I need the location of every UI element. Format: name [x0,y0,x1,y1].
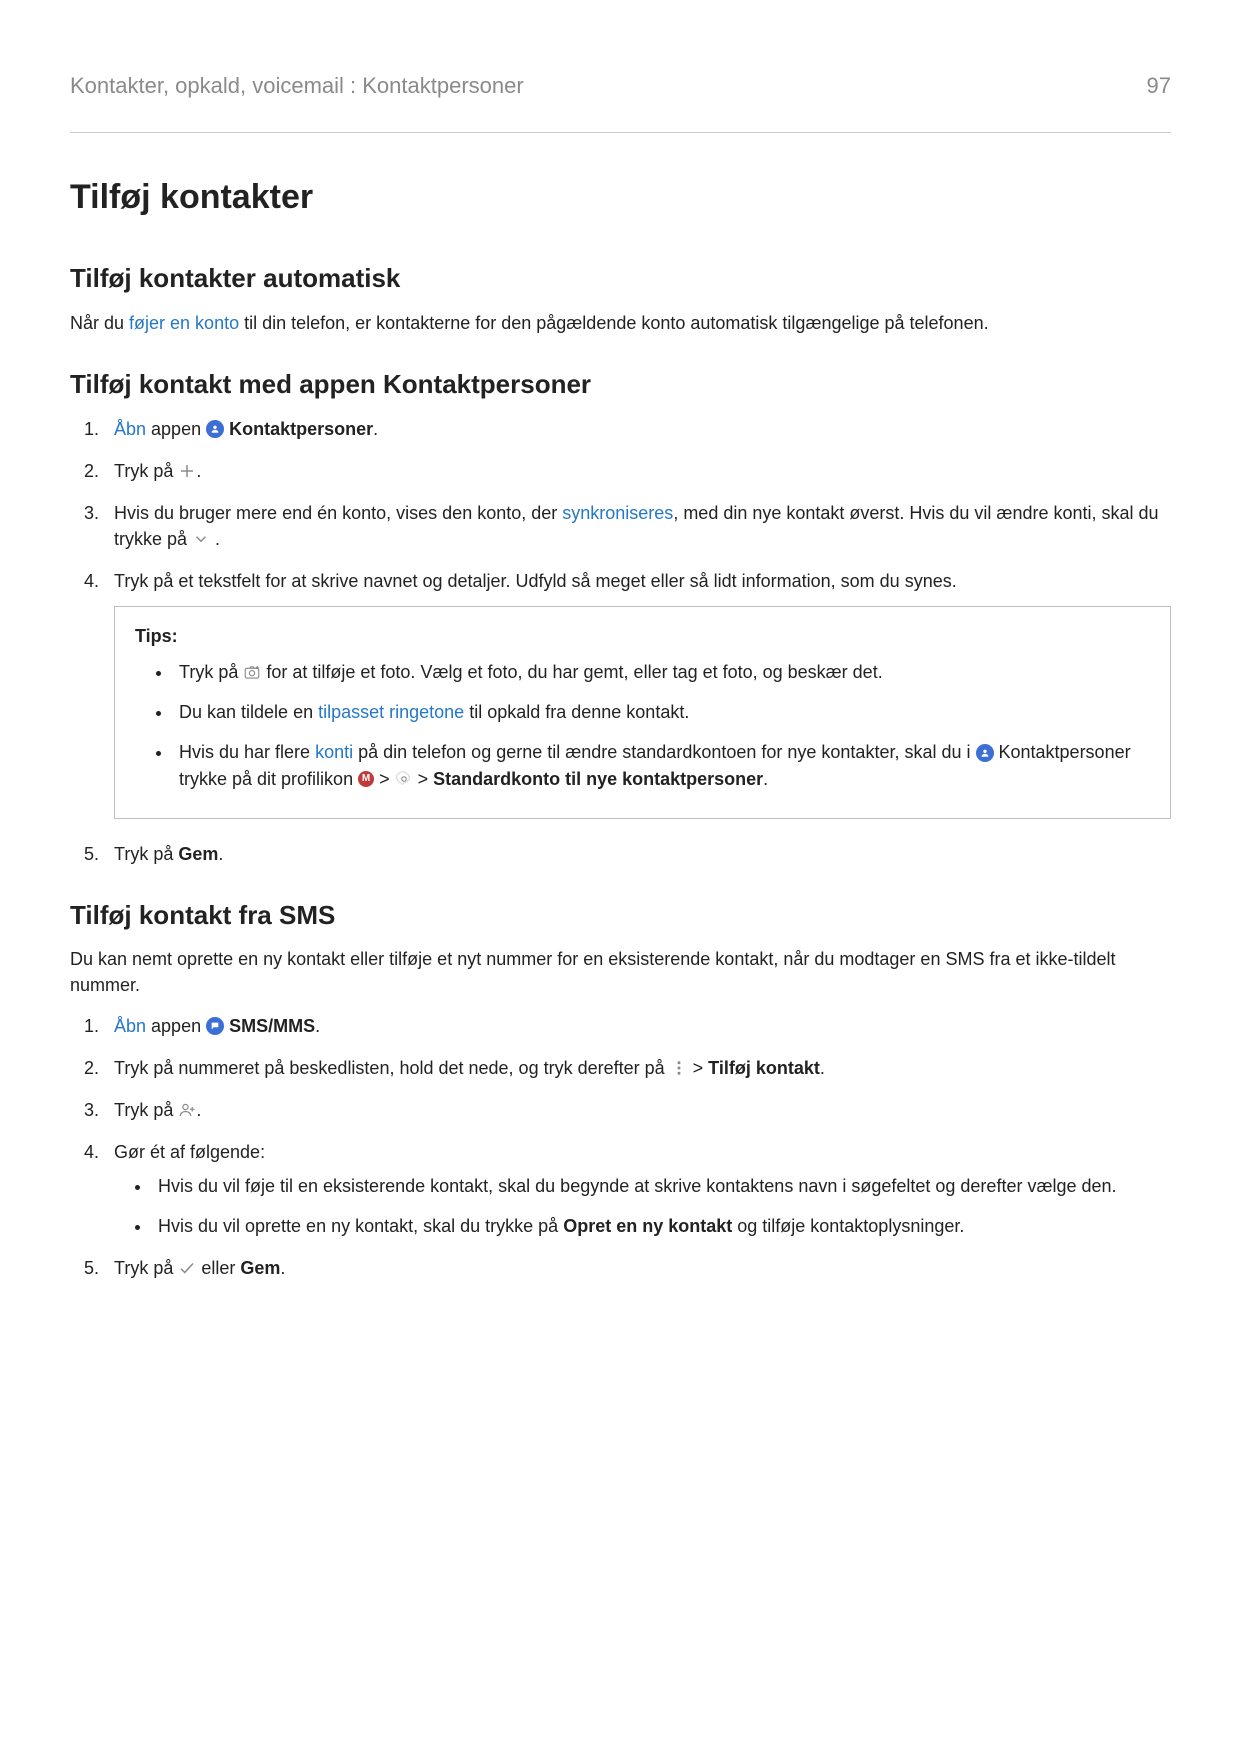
para-add-from-sms: Du kan nemt oprette en ny kontakt eller … [70,946,1171,998]
bold-default-account: Standardkonto til nye kontaktpersoner [433,769,763,789]
heading-add-via-app: Tilføj kontakt med appen Kontaktpersoner [70,366,1171,404]
tip-default-account: Hvis du har flere konti på din telefon o… [173,739,1150,791]
step-save: Tryk på Gem. [104,841,1171,867]
option-existing-contact: Hvis du vil føje til en eksisterende kon… [152,1173,1171,1199]
text: Du kan tildele en [179,702,318,722]
more-vert-icon [670,1059,688,1077]
para-add-auto: Når du føjer en konto til din telefon, e… [70,310,1171,336]
text: Tryk på [114,1100,178,1120]
step-tap-add-person: Tryk på . [104,1097,1171,1123]
text: . [218,844,223,864]
text: . [210,529,220,549]
option-new-contact: Hvis du vil oprette en ny kontakt, skal … [152,1213,1171,1239]
profile-avatar-icon: M [358,771,374,787]
tip-custom-ringtone: Du kan tildele en tilpasset ringetone ti… [173,699,1150,725]
text: Hvis du har flere [179,742,315,762]
text: Tryk på [114,844,178,864]
link-custom-ringtone[interactable]: tilpasset ringetone [318,702,464,722]
choose-mode-list: Hvis du vil føje til en eksisterende kon… [114,1173,1171,1239]
link-open[interactable]: Åbn [114,419,146,439]
person-add-icon [178,1101,196,1119]
contacts-app-icon [976,744,994,762]
text: Tryk på [114,1258,178,1278]
heading-add-auto: Tilføj kontakter automatisk [70,260,1171,298]
page-number: 97 [1147,70,1171,102]
text: eller [196,1258,240,1278]
text: for at tilføje et foto. Vælg et foto, du… [266,662,882,682]
text: . [763,769,768,789]
text: . [196,461,201,481]
page-header: Kontakter, opkald, voicemail : Kontaktpe… [70,70,1171,102]
link-sync[interactable]: synkroniseres [562,503,673,523]
plus-icon [178,462,196,480]
link-add-account[interactable]: føjer en konto [129,313,239,333]
messages-app-icon [206,1017,224,1035]
chevron-down-icon [192,530,210,548]
text: . [820,1058,825,1078]
text: . [315,1016,320,1036]
link-open[interactable]: Åbn [114,1016,146,1036]
gear-icon [395,770,413,788]
check-icon [178,1259,196,1277]
bold-save: Gem [178,844,218,864]
text: > [374,769,395,789]
text: Når du [70,313,129,333]
step-enter-details: Tryk på et tekstfelt for at skrive navne… [104,568,1171,819]
text: Hvis du bruger mere end én konto, vises … [114,503,562,523]
steps-add-from-sms: Åbn appen SMS/MMS. Tryk på nummeret på b… [70,1013,1171,1282]
text: . [373,419,378,439]
text: . [196,1100,201,1120]
text: Tryk på nummeret på beskedlisten, hold d… [114,1058,670,1078]
step-choose-mode: Gør ét af følgende: Hvis du vil føje til… [104,1139,1171,1239]
text: til din telefon, er kontakterne for den … [239,313,989,333]
text: og tilføje kontaktoplysninger. [732,1216,964,1236]
text: på din telefon og gerne til ændre standa… [353,742,975,762]
step-confirm-save: Tryk på eller Gem. [104,1255,1171,1281]
app-name-sms: SMS/MMS [229,1016,315,1036]
tip-add-photo: Tryk på for at tilføje et foto. Vælg et … [173,659,1150,685]
text: Gør ét af følgende: [114,1142,265,1162]
bold-add-contact: Tilføj kontakt [708,1058,820,1078]
heading-add-from-sms: Tilføj kontakt fra SMS [70,897,1171,935]
bold-create-new-contact: Opret en ny kontakt [563,1216,732,1236]
step-longpress-number: Tryk på nummeret på beskedlisten, hold d… [104,1055,1171,1081]
text: . [280,1258,285,1278]
step-open-sms-app: Åbn appen SMS/MMS. [104,1013,1171,1039]
step-open-contacts-app: Åbn appen Kontaktpersoner. [104,416,1171,442]
text: appen [146,419,206,439]
text: Hvis du vil oprette en ny kontakt, skal … [158,1216,563,1236]
text: Tryk på [114,461,178,481]
tips-list: Tryk på for at tilføje et foto. Vælg et … [135,659,1150,791]
page-title: Tilføj kontakter [70,173,1171,222]
step-choose-sync-account: Hvis du bruger mere end én konto, vises … [104,500,1171,552]
text: > [688,1058,709,1078]
text: til opkald fra denne kontakt. [464,702,689,722]
steps-add-via-app: Åbn appen Kontaktpersoner. Tryk på . Hvi… [70,416,1171,867]
link-accounts[interactable]: konti [315,742,353,762]
app-name-contacts: Kontaktpersoner [229,419,373,439]
bold-save: Gem [240,1258,280,1278]
text: > [413,769,434,789]
step-tap-plus: Tryk på . [104,458,1171,484]
header-divider [70,132,1171,133]
text: Tryk på [179,662,243,682]
breadcrumb: Kontakter, opkald, voicemail : Kontaktpe… [70,70,524,102]
tips-box: Tips: Tryk på for at tilføje et foto. Væ… [114,606,1171,818]
text: appen [146,1016,206,1036]
tips-title: Tips: [135,623,1150,649]
text: Tryk på et tekstfelt for at skrive navne… [114,571,957,591]
camera-add-icon [243,663,261,681]
contacts-app-icon [206,420,224,438]
